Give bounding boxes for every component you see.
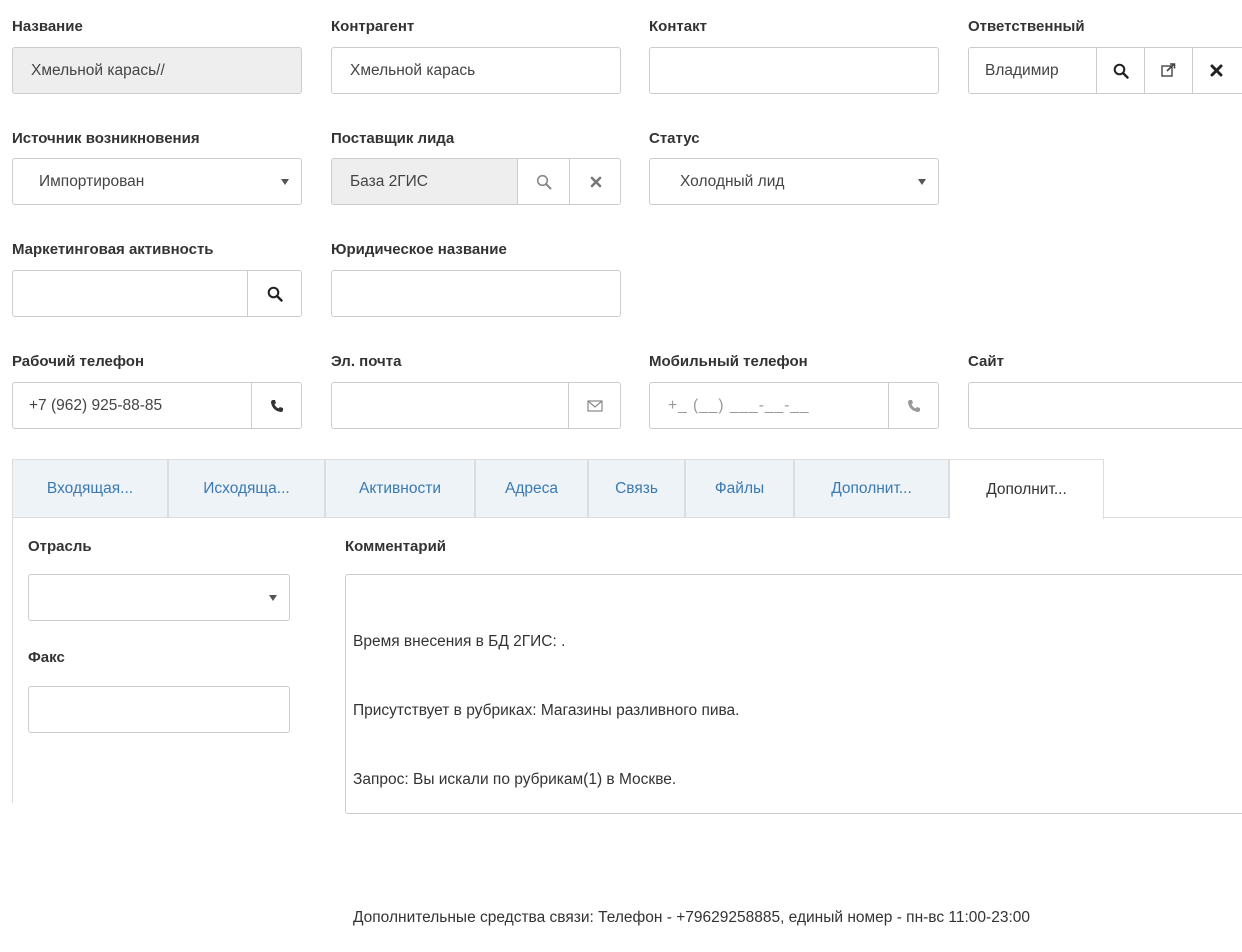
panel-border: [12, 517, 13, 803]
fax-label: Факс: [28, 649, 65, 666]
chevron-down-icon: [918, 178, 926, 185]
site-field[interactable]: [968, 382, 1242, 429]
name-field[interactable]: Хмельной карась//: [12, 47, 302, 94]
email-label: Эл. почта: [331, 353, 402, 370]
mobile-phone-label: Мобильный телефон: [649, 353, 808, 370]
lead-provider-field[interactable]: База 2ГИС: [331, 158, 621, 205]
tab-activities[interactable]: Активности: [325, 459, 475, 518]
mobile-phone-mask: +_ (__) ___-__-__: [668, 396, 810, 414]
fax-field[interactable]: [28, 686, 290, 733]
tab-addresses[interactable]: Адреса: [475, 459, 588, 518]
site-label: Сайт: [968, 353, 1004, 370]
chevron-down-icon: [281, 178, 289, 185]
responsible-open-button[interactable]: [1144, 48, 1192, 93]
responsible-label: Ответственный: [968, 18, 1085, 35]
industry-label: Отрасль: [28, 538, 92, 555]
legal-name-label: Юридическое название: [331, 241, 507, 258]
lead-provider-clear-button[interactable]: [569, 159, 620, 204]
responsible-search-button[interactable]: [1096, 48, 1144, 93]
tab-outgoing[interactable]: Исходяща...: [168, 459, 325, 518]
status-label: Статус: [649, 130, 700, 147]
external-link-icon: [1161, 63, 1176, 77]
search-icon: [1113, 63, 1129, 79]
work-phone-field[interactable]: +7 (962) 925-88-85: [12, 382, 302, 429]
source-label: Источник возникновения: [12, 130, 200, 147]
status-select[interactable]: Холодный лид: [649, 158, 939, 205]
phone-icon: [908, 399, 920, 412]
counterparty-field[interactable]: Хмельной карась: [331, 47, 621, 94]
comment-line: Запрос: Вы искали по рубрикам(1) в Москв…: [353, 771, 677, 788]
lead-provider-label: Поставщик лида: [331, 130, 455, 147]
lead-provider-search-button[interactable]: [517, 159, 569, 204]
contact-label: Контакт: [649, 18, 707, 35]
legal-name-field[interactable]: [331, 270, 621, 317]
marketing-field[interactable]: [12, 270, 302, 317]
chevron-down-icon: [269, 594, 277, 601]
email-field[interactable]: [331, 382, 621, 429]
work-phone-call-button[interactable]: [251, 383, 301, 428]
industry-select[interactable]: [28, 574, 290, 621]
search-icon: [267, 286, 283, 302]
comment-text: Время внесения в БД 2ГИС: . Присутствует…: [353, 584, 1030, 952]
email-send-button[interactable]: [568, 383, 620, 428]
phone-icon: [271, 399, 283, 412]
marketing-label: Маркетинговая активность: [12, 241, 214, 258]
tab-additional-1[interactable]: Дополнит...: [794, 459, 949, 518]
counterparty-value: Хмельной карась: [350, 61, 476, 79]
marketing-search-button[interactable]: [247, 271, 301, 316]
envelope-icon: [587, 399, 603, 412]
counterparty-label: Контрагент: [331, 18, 415, 35]
source-value: Импортирован: [39, 172, 145, 190]
close-icon: [1210, 64, 1223, 77]
mobile-phone-field[interactable]: +_ (__) ___-__-__: [649, 382, 939, 429]
tab-communication[interactable]: Связь: [588, 459, 685, 518]
comment-line: Время внесения в БД 2ГИС: .: [353, 633, 566, 650]
search-icon: [536, 174, 551, 189]
comment-line: Дополнительные средства связи: Телефон -…: [353, 909, 1030, 926]
responsible-field[interactable]: Владимир: [968, 47, 1242, 94]
comment-line: [353, 837, 1030, 860]
work-phone-label: Рабочий телефон: [12, 353, 145, 370]
tab-files[interactable]: Файлы: [685, 459, 794, 518]
lead-provider-value: База 2ГИС: [350, 172, 428, 190]
name-value: Хмельной карась//: [31, 61, 165, 79]
status-value: Холодный лид: [680, 172, 785, 190]
tab-incoming[interactable]: Входящая...: [12, 459, 168, 518]
mobile-phone-call-button[interactable]: [888, 383, 938, 428]
comment-label: Комментарий: [345, 538, 447, 555]
source-select[interactable]: Импортирован: [12, 158, 302, 205]
work-phone-value: +7 (962) 925-88-85: [29, 396, 163, 414]
close-icon: [590, 176, 601, 187]
contact-field[interactable]: [649, 47, 939, 94]
tab-additional-2[interactable]: Дополнит...: [949, 459, 1104, 519]
responsible-value: Владимир: [985, 61, 1059, 79]
name-label: Название: [12, 18, 83, 35]
comment-line: Присутствует в рубриках: Магазины разлив…: [353, 702, 740, 719]
responsible-clear-button[interactable]: [1192, 48, 1240, 93]
